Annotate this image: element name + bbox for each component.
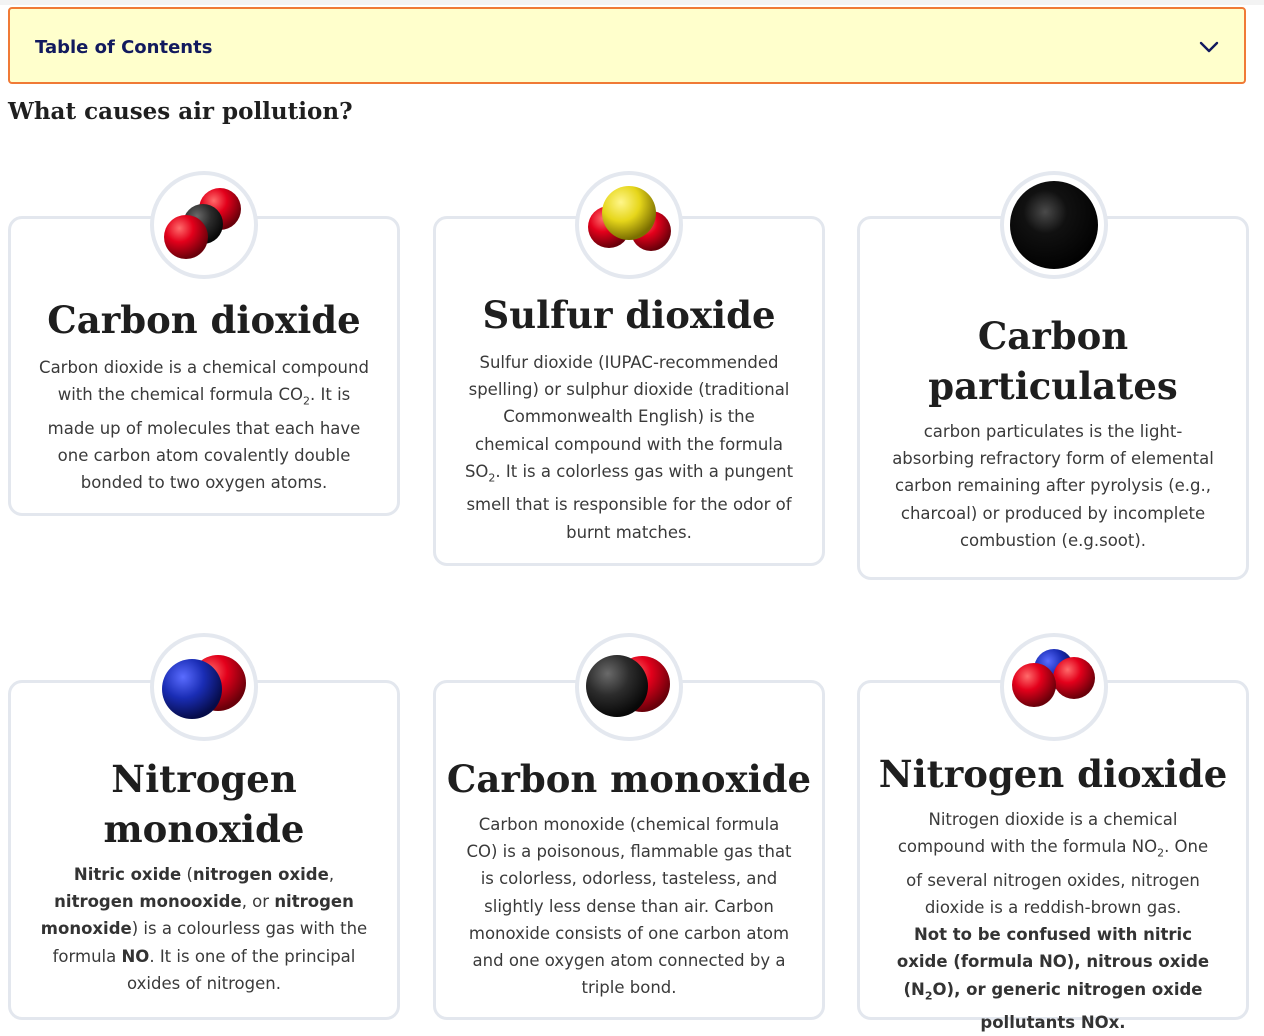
carbon-particulate-icon [1000, 171, 1108, 279]
table-of-contents[interactable]: Table of Contents [8, 7, 1246, 84]
card-title: Carbon particulates [928, 314, 1178, 408]
nitrogen-monoxide-molecule-icon [150, 633, 258, 741]
card-title: Nitrogen dioxide [878, 752, 1228, 796]
nitrogen-dioxide-molecule-icon [1000, 633, 1108, 741]
carbon-dioxide-molecule-icon [150, 171, 258, 279]
card-title: Carbon dioxide [47, 298, 361, 342]
card-title: Nitrogen monoxide [103, 757, 305, 851]
carbon-monoxide-molecule-icon [575, 633, 683, 741]
card-title: Carbon monoxide [446, 757, 812, 801]
card-title: Sulfur dioxide [482, 293, 776, 337]
card-description: Nitric oxide (nitrogen oxide, nitrogen m… [40, 865, 368, 993]
section-heading: What causes air pollution? [8, 98, 353, 125]
chevron-down-icon[interactable] [1198, 39, 1220, 55]
card-description: Nitrogen dioxide is a chemical compound … [896, 810, 1210, 1033]
card-description: carbon particulates is the light-absorbi… [892, 422, 1214, 550]
sulfur-dioxide-molecule-icon [575, 171, 683, 279]
toc-title: Table of Contents [35, 37, 213, 58]
top-divider [0, 0, 1264, 5]
card-description: Carbon monoxide (chemical formula CO) is… [466, 815, 792, 998]
card-description: Carbon dioxide is a chemical compound wi… [39, 358, 369, 493]
card-description: Sulfur dioxide (IUPAC-recommended spelli… [464, 353, 794, 542]
